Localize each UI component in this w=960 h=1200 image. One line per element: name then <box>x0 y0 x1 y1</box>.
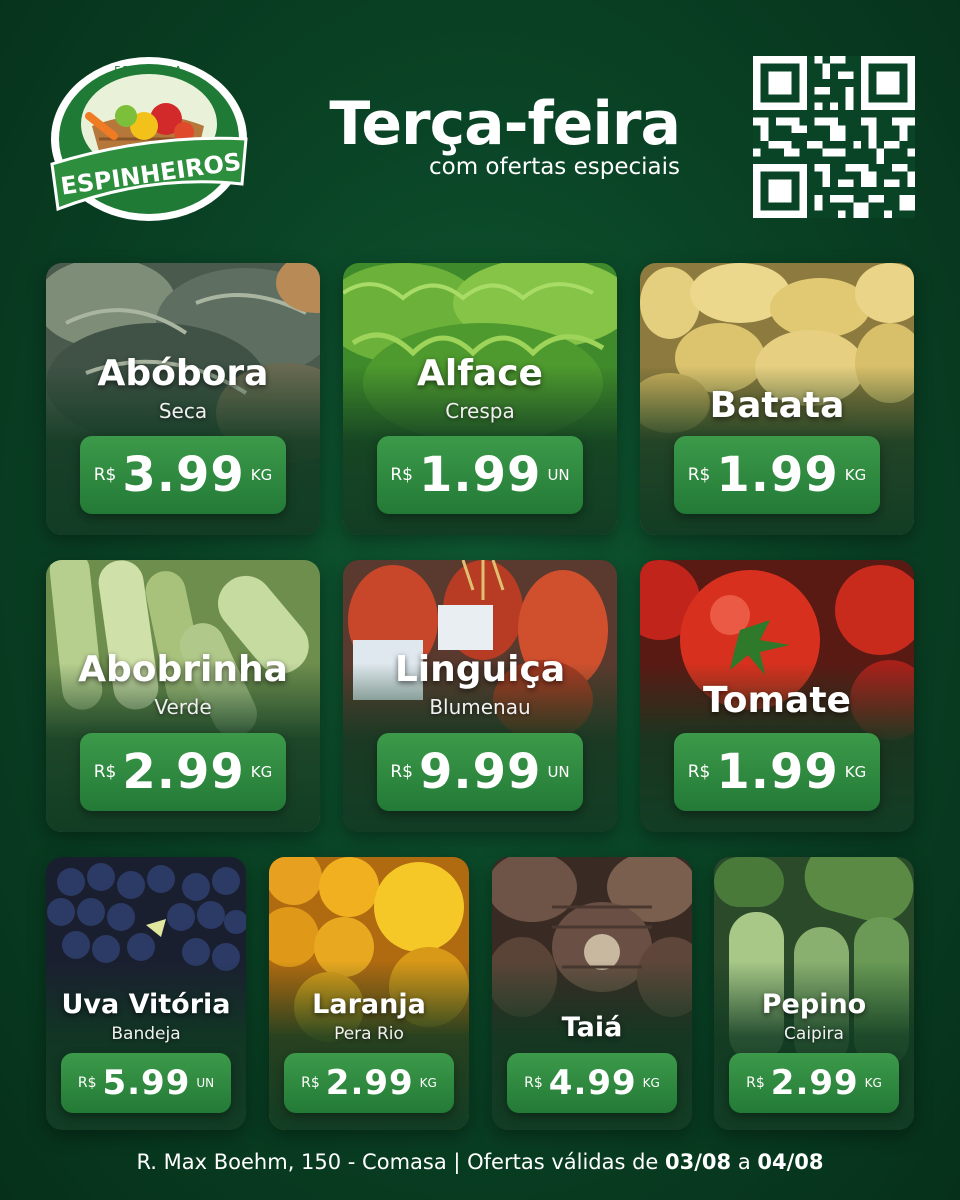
product-card-pepino[interactable]: Pepino Caipira R$ 2.99 KG <box>714 857 914 1130</box>
footer-address: R. Max Boehm, 150 - Comasa | Ofertas vál… <box>136 1150 666 1174</box>
product-card-tomate[interactable]: Tomate R$ 1.99 KG <box>640 560 914 832</box>
price-value: 3.99 <box>122 447 245 503</box>
unit-label: UN <box>196 1076 215 1090</box>
product-card-abobora[interactable]: Abóbora Seca R$ 3.99 KG <box>46 263 320 535</box>
product-name: Pepino <box>761 989 867 1020</box>
unit-label: UN <box>547 466 570 484</box>
page-title: Terça-feira <box>329 89 681 159</box>
unit-label: KG <box>642 1076 660 1090</box>
valid-to-date: 04/08 <box>757 1150 824 1174</box>
product-card-linguica[interactable]: Linguiça Blumenau R$ 9.99 UN <box>343 560 617 832</box>
currency-label: R$ <box>687 465 711 485</box>
currency-label: R$ <box>687 762 711 782</box>
product-name: Laranja <box>312 989 426 1020</box>
product-name: Batata <box>709 385 845 426</box>
unit-label: KG <box>250 466 273 484</box>
brand-logo: FRUTARIA ESPINHEIROS <box>44 44 254 229</box>
price-badge: R$ 1.99 UN <box>377 436 583 514</box>
unit-label: KG <box>419 1076 437 1090</box>
currency-label: R$ <box>524 1075 543 1091</box>
product-name: Uva Vitória <box>61 989 231 1020</box>
price-value: 2.99 <box>122 744 245 800</box>
product-name: Linguiça <box>394 649 566 690</box>
price-badge: R$ 2.99 KG <box>284 1053 454 1113</box>
product-variety: Caipira <box>784 1024 844 1044</box>
product-card-taia[interactable]: Taiá R$ 4.99 KG <box>492 857 692 1130</box>
price-value: 1.99 <box>419 447 542 503</box>
product-name: Tomate <box>703 680 851 721</box>
price-value: 4.99 <box>548 1063 637 1103</box>
unit-label: KG <box>844 466 867 484</box>
price-value: 2.99 <box>770 1063 859 1103</box>
unit-label: KG <box>844 763 867 781</box>
product-variety: Verde <box>154 695 212 719</box>
price-badge: R$ 9.99 UN <box>377 733 583 811</box>
price-badge: R$ 3.99 KG <box>80 436 286 514</box>
product-variety: Crespa <box>445 399 515 423</box>
qr-code-icon[interactable] <box>753 56 915 218</box>
price-value: 1.99 <box>716 447 839 503</box>
price-value: 9.99 <box>419 744 542 800</box>
product-variety: Bandeja <box>111 1024 181 1044</box>
currency-label: R$ <box>390 762 413 782</box>
product-card-alface[interactable]: Alface Crespa R$ 1.99 UN <box>343 263 617 535</box>
product-name: Abóbora <box>97 353 269 394</box>
unit-label: UN <box>547 763 570 781</box>
product-card-laranja[interactable]: Laranja Pera Rio R$ 2.99 KG <box>269 857 469 1130</box>
footer-info: R. Max Boehm, 150 - Comasa | Ofertas vál… <box>0 1150 960 1174</box>
product-name: Taiá <box>561 1012 623 1043</box>
headline: Terça-feira com ofertas especiais <box>300 88 690 180</box>
price-badge: R$ 2.99 KG <box>729 1053 899 1113</box>
product-card-abobrinha[interactable]: Abobrinha Verde R$ 2.99 KG <box>46 560 320 832</box>
currency-label: R$ <box>77 1075 97 1091</box>
price-value: 2.99 <box>325 1063 414 1103</box>
product-variety: Seca <box>158 399 208 423</box>
unit-label: KG <box>864 1076 882 1090</box>
unit-label: KG <box>250 763 273 781</box>
currency-label: R$ <box>93 465 117 485</box>
product-variety: Pera Rio <box>334 1024 404 1044</box>
currency-label: R$ <box>301 1075 320 1091</box>
currency-label: R$ <box>390 465 413 485</box>
brand-top-text: FRUTARIA <box>114 64 184 77</box>
price-value: 1.99 <box>716 744 839 800</box>
valid-from-date: 03/08 <box>665 1150 732 1174</box>
product-card-batata[interactable]: Batata R$ 1.99 KG <box>640 263 914 535</box>
product-name: Alface <box>417 353 543 394</box>
product-name: Abobrinha <box>78 649 288 690</box>
price-badge: R$ 5.99 UN <box>61 1053 231 1113</box>
price-badge: R$ 1.99 KG <box>674 436 880 514</box>
footer-connector: a <box>731 1150 758 1174</box>
product-variety: Blumenau <box>429 695 531 719</box>
product-card-uva[interactable]: Uva Vitória Bandeja R$ 5.99 UN <box>46 857 246 1130</box>
currency-label: R$ <box>93 762 117 782</box>
price-badge: R$ 4.99 KG <box>507 1053 677 1113</box>
price-badge: R$ 2.99 KG <box>80 733 286 811</box>
currency-label: R$ <box>746 1075 765 1091</box>
price-value: 5.99 <box>102 1063 191 1103</box>
price-badge: R$ 1.99 KG <box>674 733 880 811</box>
